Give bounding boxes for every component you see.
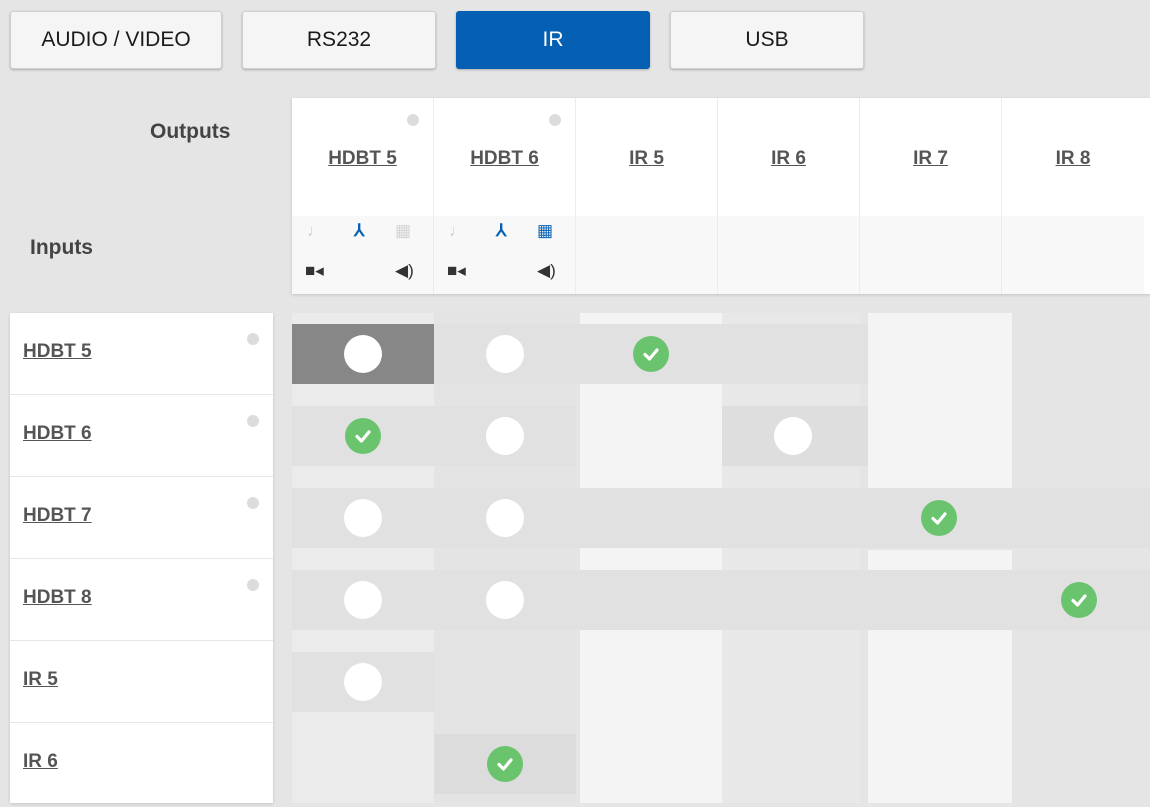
output-icons [1002, 216, 1144, 294]
input-row-hdbt5: HDBT 5 [10, 313, 273, 395]
input-row-hdbt7: HDBT 7 [10, 477, 273, 559]
matrix-column-bg [292, 313, 434, 803]
empty-circle [344, 499, 382, 537]
matrix-cell[interactable] [1008, 570, 1150, 630]
empty-circle [486, 417, 524, 455]
input-link[interactable]: HDBT 6 [23, 423, 92, 445]
grid-icon: ▦ [395, 221, 412, 240]
output-link[interactable]: HDBT 5 [292, 148, 433, 170]
output-link[interactable]: IR 7 [860, 148, 1001, 170]
input-link[interactable]: HDBT 7 [23, 505, 92, 527]
matrix-cell[interactable] [722, 406, 864, 466]
tab-usb[interactable]: USB [670, 11, 864, 69]
status-dot [247, 415, 259, 427]
music-note-icon: ♩ [449, 221, 466, 240]
output-link[interactable]: IR 6 [718, 148, 859, 170]
matrix-cell[interactable] [292, 652, 434, 712]
outputs-header: HDBT 5 ♩ ⅄ ▦ ■◂ ◀) HDBT 6 ♩ ⅄ ▦ ■◂ ◀) IR… [292, 98, 1150, 294]
output-icons [718, 216, 859, 294]
check-icon [921, 500, 957, 536]
output-column-ir7: IR 7 [860, 98, 1002, 294]
merge-icon: ⅄ [496, 221, 507, 240]
check-icon [1061, 582, 1097, 618]
output-link[interactable]: IR 8 [1002, 148, 1144, 170]
empty-circle [344, 335, 382, 373]
inputs-panel: HDBT 5 HDBT 6 HDBT 7 HDBT 8 IR 5 IR 6 [10, 313, 273, 803]
music-note-icon: ♩ [307, 221, 324, 240]
output-icons: ♩ ⅄ ▦ ■◂ ◀) [292, 216, 433, 294]
output-link[interactable]: HDBT 6 [434, 148, 575, 170]
empty-circle [486, 335, 524, 373]
matrix-cell[interactable] [292, 406, 434, 466]
status-dot [247, 333, 259, 345]
tab-rs232[interactable]: RS232 [242, 11, 436, 69]
video-camera-icon: ■◂ [305, 261, 324, 280]
check-icon [487, 746, 523, 782]
merge-icon: ⅄ [354, 221, 365, 240]
matrix-cell[interactable] [292, 570, 434, 630]
output-column-hdbt6: HDBT 6 ♩ ⅄ ▦ ■◂ ◀) [434, 98, 576, 294]
output-icons [576, 216, 717, 294]
output-icons: ♩ ⅄ ▦ ■◂ ◀) [434, 216, 575, 294]
check-icon [633, 336, 669, 372]
input-row-ir6: IR 6 [10, 723, 273, 805]
tab-audio-video[interactable]: AUDIO / VIDEO [10, 11, 222, 69]
speaker-icon: ◀) [537, 261, 556, 280]
status-dot [407, 114, 419, 126]
matrix-cell[interactable] [434, 570, 576, 630]
input-link[interactable]: IR 5 [23, 669, 58, 691]
matrix-cell[interactable] [292, 488, 434, 548]
input-link[interactable]: IR 6 [23, 751, 58, 773]
matrix-cell[interactable] [434, 488, 576, 548]
matrix-column-bg [722, 313, 860, 803]
routing-matrix [292, 313, 1150, 803]
matrix-cell[interactable] [434, 406, 576, 466]
empty-circle [344, 663, 382, 701]
inputs-label: Inputs [30, 236, 93, 259]
output-column-ir8: IR 8 [1002, 98, 1144, 294]
matrix-cell[interactable] [868, 488, 1010, 548]
input-row-hdbt8: HDBT 8 [10, 559, 273, 641]
matrix-band [868, 313, 1012, 488]
output-column-hdbt5: HDBT 5 ♩ ⅄ ▦ ■◂ ◀) [292, 98, 434, 294]
grid-icon: ▦ [537, 221, 554, 240]
output-link[interactable]: IR 5 [576, 148, 717, 170]
status-dot [247, 497, 259, 509]
matrix-column-bg [434, 313, 576, 803]
input-row-ir5: IR 5 [10, 641, 273, 723]
matrix-cell[interactable] [580, 324, 722, 384]
matrix-cell[interactable] [434, 324, 576, 384]
empty-circle [344, 581, 382, 619]
matrix-column-bg [580, 313, 722, 803]
status-dot [549, 114, 561, 126]
video-camera-icon: ■◂ [447, 261, 466, 280]
output-icons [860, 216, 1001, 294]
empty-circle [486, 499, 524, 537]
matrix-cell[interactable] [434, 734, 576, 794]
input-link[interactable]: HDBT 5 [23, 341, 92, 363]
output-column-ir6: IR 6 [718, 98, 860, 294]
empty-circle [486, 581, 524, 619]
matrix-cell[interactable] [292, 324, 434, 384]
speaker-icon: ◀) [395, 261, 414, 280]
input-link[interactable]: HDBT 8 [23, 587, 92, 609]
tab-ir[interactable]: IR [456, 11, 650, 69]
check-icon [345, 418, 381, 454]
status-dot [247, 579, 259, 591]
output-column-ir5: IR 5 [576, 98, 718, 294]
empty-circle [774, 417, 812, 455]
input-row-hdbt6: HDBT 6 [10, 395, 273, 477]
outputs-label: Outputs [150, 120, 231, 143]
